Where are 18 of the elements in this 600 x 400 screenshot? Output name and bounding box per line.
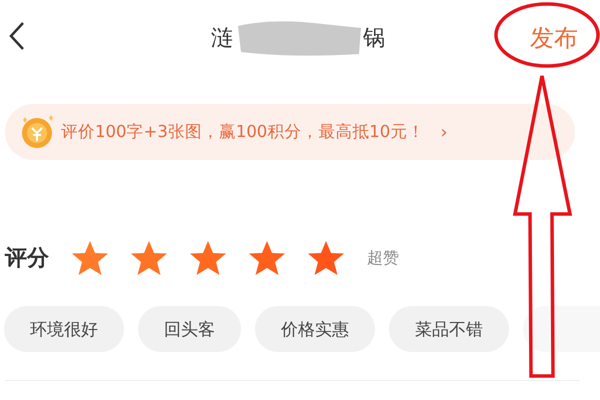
back-icon[interactable] bbox=[8, 21, 26, 51]
rating-caption: 超赞 bbox=[367, 248, 399, 268]
title-text: 涟 bbox=[211, 25, 233, 53]
star-rating[interactable] bbox=[71, 240, 345, 276]
tag-chip[interactable]: 菜品不错 bbox=[389, 306, 509, 352]
star-icon[interactable] bbox=[189, 240, 227, 276]
star-icon[interactable] bbox=[248, 240, 286, 276]
star-icon[interactable] bbox=[130, 240, 168, 276]
chevron-text: › bbox=[440, 122, 448, 142]
title-text: 锅 bbox=[363, 25, 385, 53]
star-icon[interactable] bbox=[307, 240, 345, 276]
rating-label: 评分 bbox=[5, 245, 49, 273]
coin-icon bbox=[19, 114, 55, 150]
promo-text: 评价100字+3张图，赢100积分，最高抵10元！ bbox=[61, 121, 424, 143]
star-icon[interactable] bbox=[71, 240, 109, 276]
tag-chip[interactable]: 价格实惠 bbox=[255, 306, 375, 352]
tag-chip[interactable]: 回头客 bbox=[138, 306, 241, 352]
tag-chip[interactable]: 环境很好 bbox=[4, 306, 124, 352]
